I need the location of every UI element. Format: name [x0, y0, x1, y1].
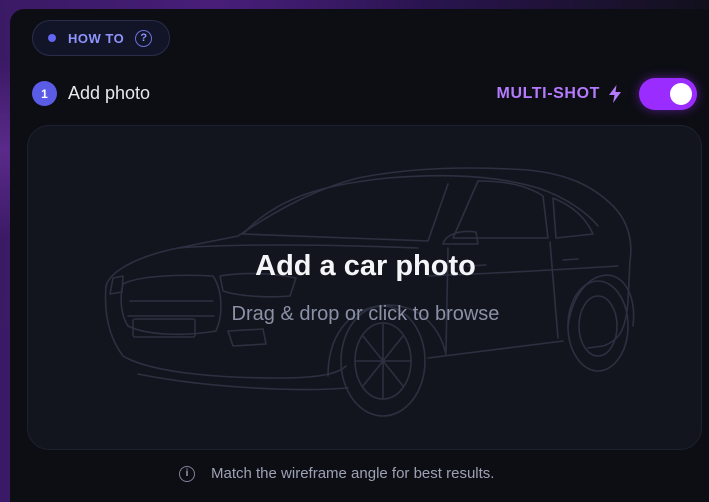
dropzone-title: Add a car photo — [255, 250, 476, 282]
how-to-button[interactable]: HOW TO ? — [32, 20, 170, 56]
step-header: 1 Add photo — [32, 81, 150, 106]
step-number-badge: 1 — [32, 81, 57, 106]
multi-shot-control: MULTI-SHOT — [497, 78, 697, 110]
toggle-knob — [670, 83, 692, 105]
car-wireframe — [104, 167, 635, 417]
multi-shot-label: MULTI-SHOT — [496, 85, 600, 102]
hint-text: Match the wireframe angle for best resul… — [211, 465, 495, 482]
dropzone-subtitle: Drag & drop or click to browse — [231, 303, 500, 325]
info-icon: i — [179, 465, 195, 482]
step-title: Add photo — [68, 83, 151, 103]
hint-row: i Match the wireframe angle for best res… — [179, 465, 494, 482]
status-dot — [48, 34, 56, 42]
multi-shot-toggle[interactable] — [639, 78, 697, 110]
photo-dropzone[interactable]: Add a car photo Drag & drop or click to … — [27, 125, 702, 450]
lightning-bolt-icon — [609, 85, 621, 103]
help-circle-icon: ? — [135, 29, 153, 47]
how-to-label: HOW TO — [68, 30, 125, 46]
